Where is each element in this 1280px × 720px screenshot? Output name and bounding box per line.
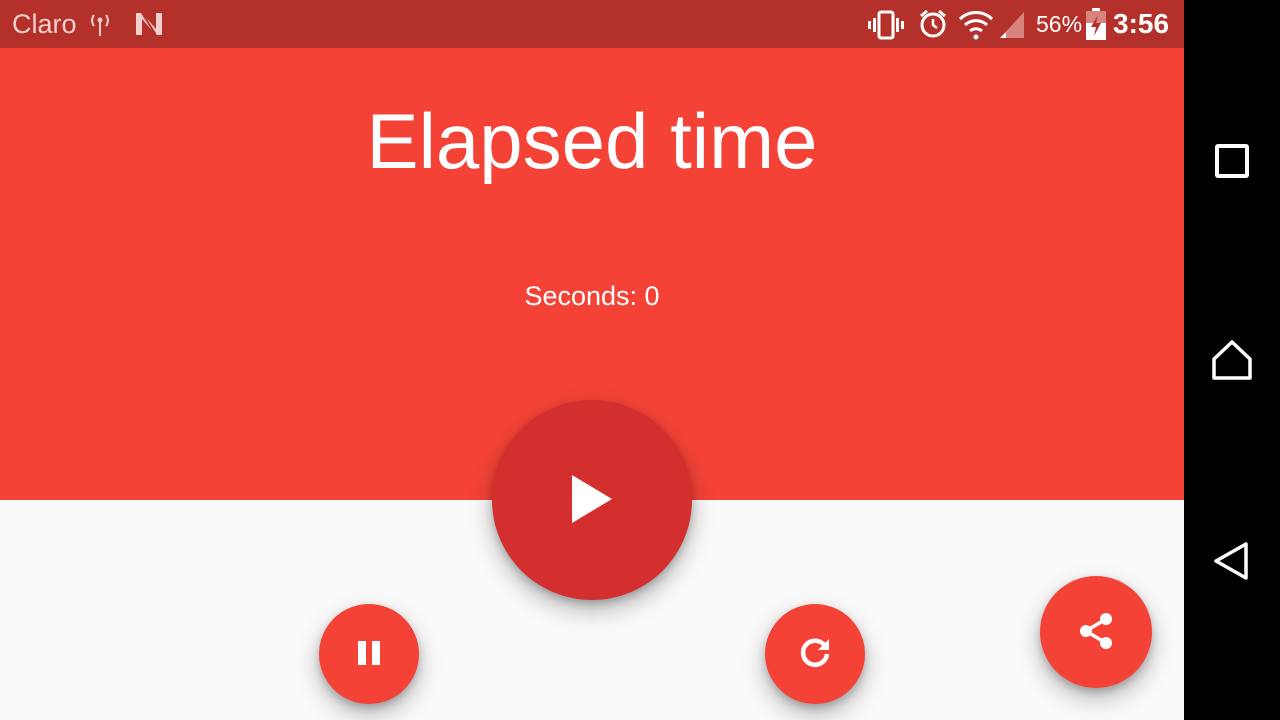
share-button[interactable] xyxy=(1040,576,1152,688)
seconds-counter: Seconds: 0 xyxy=(524,281,660,311)
refresh-icon xyxy=(798,636,832,673)
back-icon xyxy=(1212,541,1252,586)
share-icon xyxy=(1076,610,1116,655)
battery-percent: 56% xyxy=(1036,11,1083,37)
wifi-icon xyxy=(958,10,994,45)
back-button[interactable] xyxy=(1184,515,1280,611)
play-icon xyxy=(570,473,614,528)
pause-button[interactable] xyxy=(319,604,419,704)
n-notification-icon xyxy=(134,11,164,42)
app-screen: Claro 56% 3:56 Elapsed time Seconds: 0 xyxy=(0,0,1184,720)
recents-button[interactable] xyxy=(1184,115,1280,211)
alarm-icon xyxy=(918,9,948,44)
home-icon xyxy=(1211,339,1253,386)
page-title: Elapsed time xyxy=(366,97,818,185)
status-bar: Claro 56% 3:56 xyxy=(0,0,1184,48)
vibrate-icon xyxy=(868,10,904,45)
signal-icon xyxy=(998,10,1026,45)
battery-charging-icon xyxy=(1086,8,1106,45)
hotspot-icon xyxy=(88,12,112,43)
play-button[interactable] xyxy=(492,400,692,600)
navigation-bar xyxy=(1184,0,1280,720)
clock: 3:56 xyxy=(1113,8,1170,39)
pause-icon xyxy=(357,640,381,669)
home-button[interactable] xyxy=(1184,314,1280,410)
reset-button[interactable] xyxy=(765,604,865,704)
recents-icon xyxy=(1214,143,1250,184)
carrier-name: Claro xyxy=(12,9,77,39)
